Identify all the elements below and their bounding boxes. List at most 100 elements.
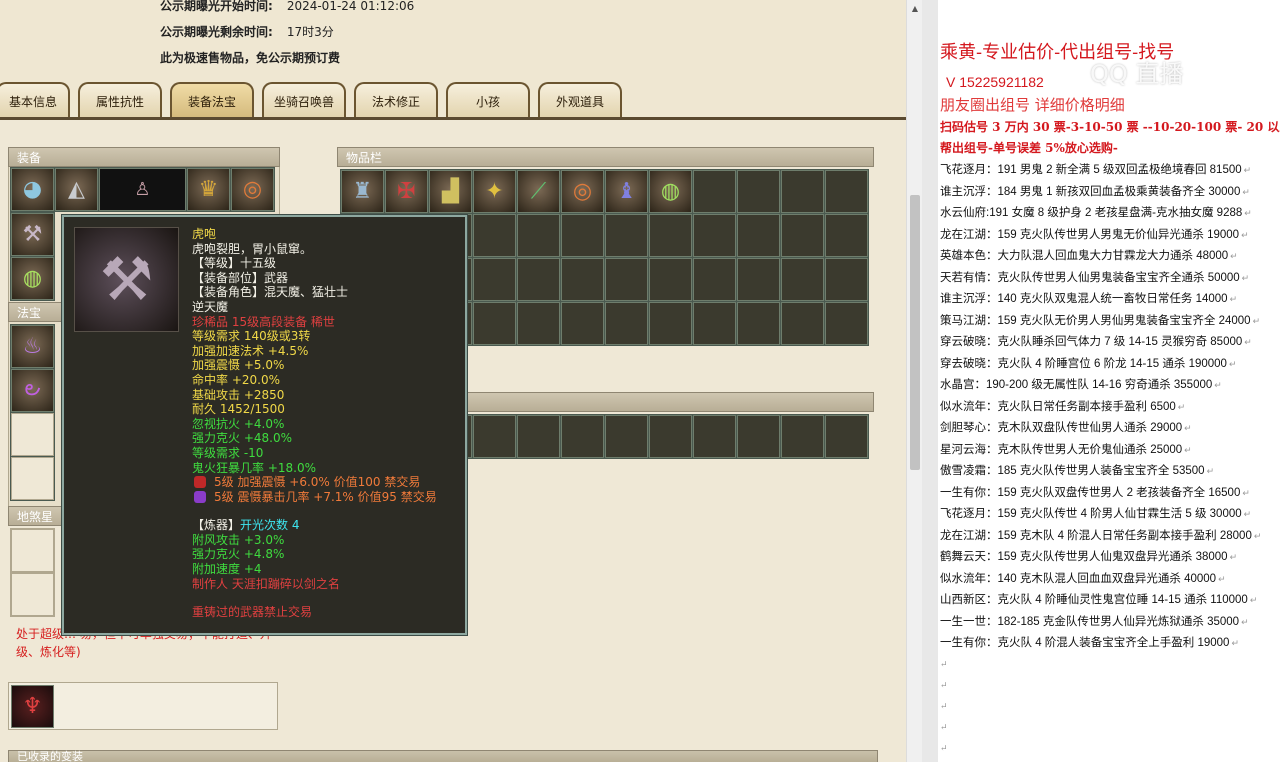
tooltip-desc: 虎咆裂胆，胃小鼠窜。	[192, 241, 313, 256]
tooltip-durability: 耐久 1452/1500	[192, 402, 285, 417]
inventory-slot[interactable]	[693, 258, 736, 301]
refine-label: 【炼器】	[192, 518, 241, 533]
storage-slot[interactable]	[561, 415, 604, 458]
paragraph-mark-icon: ↵	[1241, 229, 1249, 240]
inventory-slot[interactable]: ✦	[473, 170, 516, 213]
inventory-slot[interactable]	[605, 258, 648, 301]
equip-slot-weapon[interactable]: ⚒	[11, 213, 54, 256]
inventory-section-title: 物品栏	[337, 147, 874, 167]
inventory-slot[interactable]	[781, 258, 824, 301]
tooltip-maker: 制作人 天涯扣蹦碎以剑之名	[192, 576, 340, 591]
tooltip-special: 珍稀品 15级高段装备 稀世	[192, 314, 335, 329]
inventory-slot[interactable]	[517, 214, 560, 257]
inventory-slot[interactable]	[693, 214, 736, 257]
tab-appearance[interactable]: 外观道具	[538, 82, 622, 118]
tooltip-refine-stat: 附加速度 +4	[192, 562, 262, 577]
fabao-slots: ♨ ౿	[10, 324, 55, 501]
inventory-slot[interactable]	[561, 258, 604, 301]
disha-slot-empty[interactable]	[11, 529, 54, 572]
storage-slot[interactable]	[693, 415, 736, 458]
helmet-icon: ◕	[22, 177, 43, 202]
inventory-slot[interactable]	[693, 302, 736, 345]
equip-section-title: 装备	[8, 147, 280, 167]
disha-section-title: 地煞星	[8, 506, 68, 526]
storage-slot[interactable]	[473, 415, 516, 458]
inventory-slot[interactable]	[781, 302, 824, 345]
storage-slot[interactable]	[781, 415, 824, 458]
inventory-slot[interactable]	[825, 170, 868, 213]
inventory-slot[interactable]: ✠	[385, 170, 428, 213]
scroll-up-icon[interactable]: ▲	[907, 0, 923, 16]
scroll-thumb[interactable]	[910, 195, 920, 470]
gem-icon	[194, 490, 206, 503]
listing-line-text: 谁主沉浮：184 男鬼 1 新孩双回血孟极乘黄装备齐全 30000	[940, 185, 1241, 198]
inventory-slot[interactable]: ⟋	[517, 170, 560, 213]
inventory-slot[interactable]	[649, 302, 692, 345]
listing-line: 水云仙府:191 女魔 8 级护身 2 老孩星盘满-克水抽女魔 9288 ↵	[940, 204, 1252, 220]
vertical-scrollbar[interactable]: ▲	[906, 0, 922, 762]
tab-basic-info[interactable]: 基本信息	[0, 82, 70, 118]
storage-slot[interactable]	[825, 415, 868, 458]
inventory-slot[interactable]	[737, 170, 780, 213]
disha-slot-empty[interactable]	[11, 573, 54, 616]
listing-line: 飞花逐月：159 克火队传世 4 阶男人仙甘霖生活 5 级 30000 ↵	[940, 505, 1251, 521]
appearance-slot[interactable]: ♆	[11, 685, 54, 728]
inventory-slot[interactable]	[737, 258, 780, 301]
inventory-slot[interactable]	[473, 258, 516, 301]
inventory-slot[interactable]	[605, 214, 648, 257]
tab-spell-mods[interactable]: 法术修正	[354, 82, 438, 118]
tab-attributes[interactable]: 属性抗性	[78, 82, 162, 118]
inventory-slot[interactable]	[825, 214, 868, 257]
inventory-slot[interactable]	[473, 214, 516, 257]
lantern-icon: ♨	[22, 334, 43, 359]
inventory-slot[interactable]	[473, 302, 516, 345]
inventory-slot[interactable]	[825, 258, 868, 301]
inventory-slot[interactable]	[561, 302, 604, 345]
inventory-slot[interactable]: ♝	[605, 170, 648, 213]
equip-slot[interactable]: ◕	[11, 168, 54, 211]
inventory-slot[interactable]	[781, 170, 824, 213]
listing-line: 一生有你：克火队 4 阶混人装备宝宝齐全上手盈利 19000 ↵	[940, 634, 1239, 650]
paragraph-mark-icon: ↵	[1249, 595, 1258, 605]
inventory-slot[interactable]: ◍	[649, 170, 692, 213]
inventory-slot[interactable]	[781, 214, 824, 257]
storage-slot[interactable]	[605, 415, 648, 458]
tab-mounts-pets[interactable]: 坐骑召唤兽	[262, 82, 346, 118]
inventory-slot[interactable]	[605, 302, 648, 345]
fabao-slot[interactable]: ♨	[11, 325, 54, 368]
storage-slot[interactable]	[737, 415, 780, 458]
paragraph-mark-icon: ↵	[1214, 380, 1222, 390]
inventory-slot[interactable]	[693, 170, 736, 213]
orb-icon: ✦	[485, 179, 504, 204]
storage-slot[interactable]	[649, 415, 692, 458]
tab-equipment[interactable]: 装备法宝	[170, 82, 254, 118]
inventory-slot[interactable]	[517, 302, 560, 345]
paragraph-mark-icon: ↵	[1177, 401, 1186, 412]
inventory-slot[interactable]	[517, 258, 560, 301]
listing-line: 飞花逐月：191 男鬼 2 新全满 5 级双回孟极绝境春回 81500 ↵	[940, 161, 1251, 177]
inventory-slot[interactable]	[737, 214, 780, 257]
inventory-slot[interactable]	[649, 214, 692, 257]
equip-slot[interactable]: ◍	[11, 257, 54, 300]
inventory-slot[interactable]	[825, 302, 868, 345]
watermark-logo: QQ 直播	[1090, 60, 1184, 88]
equip-slot[interactable]: ◎	[231, 168, 274, 211]
storage-slot[interactable]	[517, 415, 560, 458]
inventory-slot[interactable]: ▟	[429, 170, 472, 213]
inventory-slot[interactable]	[561, 214, 604, 257]
equip-slot[interactable]: ◭	[55, 168, 98, 211]
fabao-slot-empty[interactable]	[11, 457, 54, 500]
inventory-slot[interactable]: ♜	[341, 170, 384, 213]
tab-children[interactable]: 小孩	[446, 82, 530, 118]
listing-line: 穿去破晓：克火队 4 阶睡宫位 6 阶龙 14-15 通杀 190000 ↵	[940, 355, 1237, 371]
sword-icon: ⟋	[530, 179, 547, 204]
inventory-slot[interactable]	[649, 258, 692, 301]
fabao-slot[interactable]: ౿	[11, 369, 54, 412]
inventory-slot[interactable]: ◎	[561, 170, 604, 213]
appearance-box: ♆	[8, 682, 278, 730]
tooltip-stat: 等级需求 -10	[192, 445, 264, 460]
equip-slot[interactable]: ♛	[187, 168, 230, 211]
fabao-slot-empty[interactable]	[11, 413, 54, 456]
inventory-slot[interactable]	[737, 302, 780, 345]
